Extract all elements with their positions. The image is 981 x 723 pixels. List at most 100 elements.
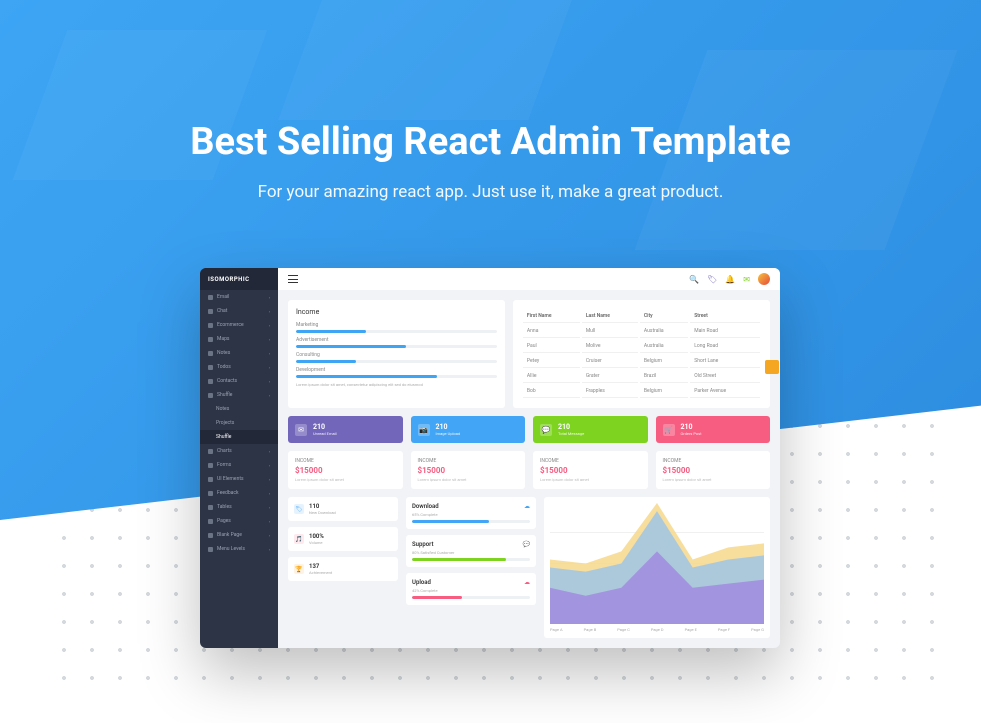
menu-icon xyxy=(208,309,213,314)
sidebar-item-label: Projects xyxy=(216,420,234,426)
kpi-label: Volume xyxy=(309,540,324,545)
sidebar-item[interactable]: Contacts› xyxy=(200,374,278,388)
menu-icon xyxy=(208,547,213,552)
chevron-icon: › xyxy=(269,505,270,510)
kpi-number: 100% xyxy=(309,533,324,540)
kpi-number: 137 xyxy=(309,563,332,570)
sidebar-item-label: Shuffle xyxy=(217,392,232,398)
progress-sub: 65% Complete xyxy=(412,512,530,517)
mini-card: Income$15000Lorem ipsum dolor sit amet xyxy=(533,451,648,489)
sidebar-item[interactable]: Charts› xyxy=(200,444,278,458)
menu-icon xyxy=(208,393,213,398)
sidebar-item-label: Menu Levels xyxy=(217,546,245,552)
table-header: City xyxy=(640,310,688,323)
chevron-icon: › xyxy=(269,379,270,384)
menu-icon xyxy=(208,351,213,356)
kpi-card: 🏆137Achievement xyxy=(288,557,398,581)
bar-track xyxy=(296,345,497,348)
message-icon[interactable]: ✉ xyxy=(743,275,750,284)
kpi-icon: 🏷 xyxy=(294,504,304,514)
sidebar-item[interactable]: Ecommerce › xyxy=(200,318,278,332)
chevron-icon: › xyxy=(269,449,270,454)
chevron-icon: › xyxy=(269,491,270,496)
bar-track xyxy=(296,330,497,333)
mini-value: $15000 xyxy=(540,466,641,475)
notification-icon[interactable]: 🔔 xyxy=(725,275,735,284)
sidebar-item[interactable]: Feedback› xyxy=(200,486,278,500)
sidebar-subitem[interactable]: Notes xyxy=(200,402,278,416)
hamburger-icon[interactable] xyxy=(288,275,298,283)
stat-card[interactable]: 🛒210Orders Post xyxy=(656,416,771,443)
dashboard-preview: ISOMORPHIC Email›Chat›Ecommerce›Maps›Not… xyxy=(200,268,780,648)
mini-caption: Lorem ipsum dolor sit amet xyxy=(663,477,764,482)
chevron-icon: › xyxy=(269,477,270,482)
sidebar-item[interactable]: Notes› xyxy=(200,346,278,360)
bar-track xyxy=(296,375,497,378)
sidebar-item[interactable]: Pages› xyxy=(200,514,278,528)
progress-icon: ☁ xyxy=(524,579,530,586)
sidebar-item-label: Notes xyxy=(216,406,229,412)
mini-title: Income xyxy=(418,458,519,464)
sidebar-item-label: Email xyxy=(217,294,229,300)
sidebar-item-label: Blank Page xyxy=(217,532,242,538)
avatar[interactable] xyxy=(758,273,770,285)
hero-subtitle: For your amazing react app. Just use it,… xyxy=(0,182,981,202)
stat-card[interactable]: 💬210Total Message xyxy=(533,416,648,443)
menu-icon xyxy=(208,323,213,328)
progress-card: Download☁65% Complete xyxy=(406,497,536,529)
stat-number: 210 xyxy=(558,423,584,431)
sidebar-item[interactable]: Chat› xyxy=(200,304,278,318)
chevron-icon: › xyxy=(269,323,270,328)
sidebar-item-label: Shuffle xyxy=(216,434,231,440)
sidebar-subitem[interactable]: Projects xyxy=(200,416,278,430)
sidebar-item[interactable]: Maps› xyxy=(200,332,278,346)
menu-icon xyxy=(208,365,213,370)
kpi-card: 🏷110New Download xyxy=(288,497,398,521)
sidebar-item[interactable]: Forms› xyxy=(200,458,278,472)
progress-track xyxy=(412,596,530,599)
progress-icon: 💬 xyxy=(523,541,530,548)
sidebar-item[interactable]: Email› xyxy=(200,290,278,304)
chart-axis-label: Page D xyxy=(651,627,664,632)
mini-title: Income xyxy=(540,458,641,464)
stat-card[interactable]: ✉210Unread Email xyxy=(288,416,403,443)
sidebar-item[interactable]: Shuffle› xyxy=(200,388,278,402)
mini-value: $15000 xyxy=(663,466,764,475)
logo: ISOMORPHIC xyxy=(200,268,278,290)
progress-card: Support 💬 80% Satisfied Customer xyxy=(406,535,536,567)
bar-track xyxy=(296,360,497,363)
mini-card: Income$15000Lorem ipsum dolor sit amet xyxy=(288,451,403,489)
progress-title: Download xyxy=(412,503,439,510)
progress-sub: 42% Complete xyxy=(412,588,530,593)
progress-title: Upload xyxy=(412,579,431,586)
table-header: Street xyxy=(690,310,760,323)
mini-value: $15000 xyxy=(418,466,519,475)
sidebar-item-label: Todos xyxy=(217,364,231,370)
search-icon[interactable]: 🔍 xyxy=(689,275,699,284)
chart-axis-label: Page E xyxy=(685,627,697,632)
tag-icon[interactable]: 🏷 xyxy=(707,275,717,284)
stat-card[interactable]: 📷210Image Upload xyxy=(411,416,526,443)
sidebar-item-label: Ecommerce xyxy=(217,322,244,328)
progress-track xyxy=(412,558,530,561)
menu-icon xyxy=(208,519,213,524)
bar-label: Development xyxy=(296,367,497,373)
progress-sub: 80% Satisfied Customer xyxy=(412,550,530,555)
chevron-icon: › xyxy=(269,463,270,468)
progress-title: Support xyxy=(412,541,433,548)
sidebar-item[interactable]: Blank Page› xyxy=(200,528,278,542)
sidebar-subitem[interactable]: Shuffle xyxy=(200,430,278,444)
sidebar-item[interactable]: Tables› xyxy=(200,500,278,514)
sidebar-item[interactable]: Todos› xyxy=(200,360,278,374)
mini-card: Income$15000Lorem ipsum dolor sit amet xyxy=(411,451,526,489)
sidebar-item[interactable]: UI Elements› xyxy=(200,472,278,486)
kpi-card: 🎵100%Volume xyxy=(288,527,398,551)
chevron-icon: › xyxy=(269,337,270,342)
bar-label: Marketing xyxy=(296,322,497,328)
kpi-label: New Download xyxy=(309,510,336,515)
sidebar-item-label: Chat xyxy=(217,308,227,314)
sidebar-item[interactable]: Menu Levels› xyxy=(200,542,278,556)
kpi-icon: 🏆 xyxy=(294,564,304,574)
menu-icon xyxy=(208,337,213,342)
sale-badge xyxy=(765,360,779,374)
